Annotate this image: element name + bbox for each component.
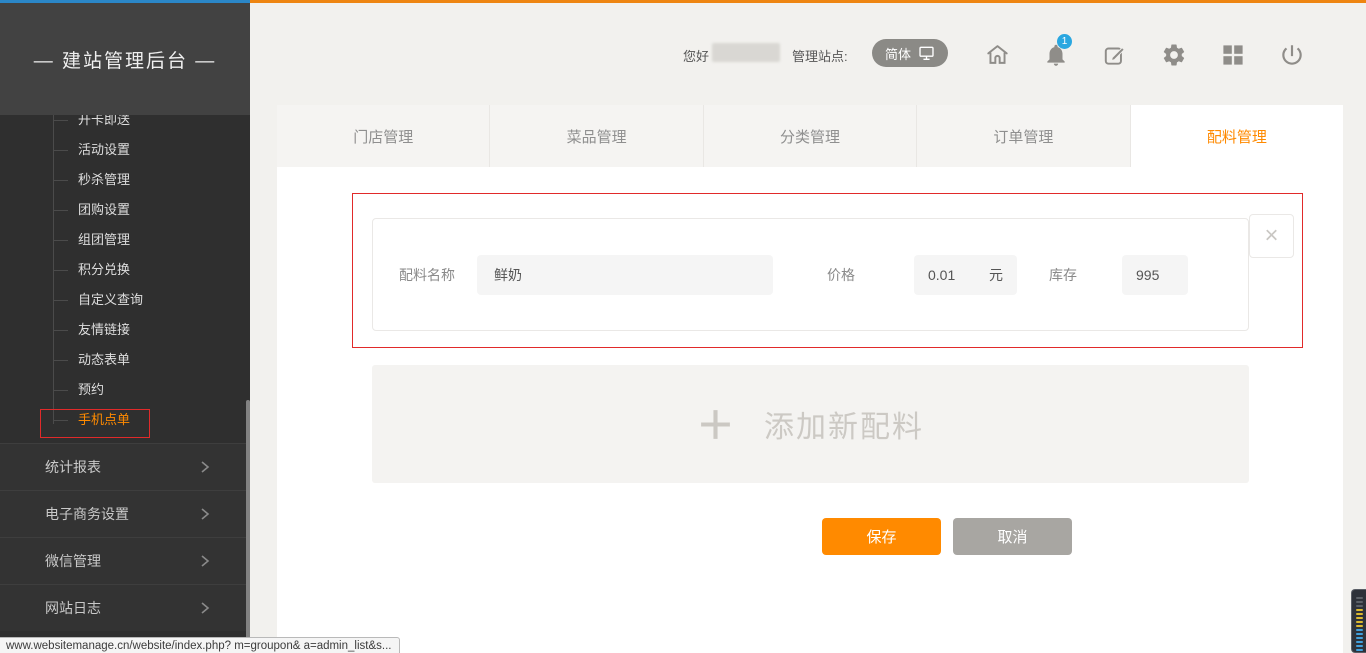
sidebar-item-custom-query[interactable]: 自定义查询 bbox=[0, 285, 250, 315]
sidebar-item-card-gift[interactable]: 开卡即送 bbox=[0, 115, 250, 135]
indicator-stripe bbox=[1356, 633, 1363, 635]
section-label: 电子商务设置 bbox=[45, 504, 129, 524]
tab-ingredient-management[interactable]: 配料管理 bbox=[1131, 105, 1343, 167]
tab-store-management[interactable]: 门店管理 bbox=[277, 105, 490, 167]
sidebar-item-activity[interactable]: 活动设置 bbox=[0, 135, 250, 165]
add-ingredient-label: 添加新配料 bbox=[764, 402, 924, 446]
indicator-stripe bbox=[1356, 613, 1363, 615]
sidebar-item-reservation[interactable]: 预约 bbox=[0, 375, 250, 405]
indicator-stripe bbox=[1356, 601, 1363, 603]
top-header: 您好 管理站点: 简体 1 bbox=[250, 3, 1366, 105]
section-label: 微信管理 bbox=[45, 551, 101, 571]
indicator-stripe bbox=[1356, 609, 1363, 611]
lang-label: 简体 bbox=[885, 44, 911, 63]
price-unit: 元 bbox=[989, 265, 1003, 285]
chevron-right-icon bbox=[198, 554, 212, 568]
indicator-stripe bbox=[1356, 629, 1363, 631]
sidebar-section-sitelog[interactable]: 网站日志 bbox=[0, 584, 250, 631]
compose-icon[interactable] bbox=[1100, 40, 1130, 70]
cancel-button[interactable]: 取消 bbox=[953, 518, 1072, 555]
sidebar-item-seckill[interactable]: 秒杀管理 bbox=[0, 165, 250, 195]
stock-value: 995 bbox=[1136, 267, 1159, 283]
site-switch-button[interactable]: 简体 bbox=[872, 39, 948, 67]
ingredient-card: 配料名称 鲜奶 价格 0.01 元 库存 995 bbox=[372, 218, 1249, 331]
status-bar-url: www.websitemanage.cn/website/index.php? … bbox=[0, 637, 400, 653]
add-ingredient-button[interactable]: 添加新配料 bbox=[372, 365, 1249, 483]
indicator-stripe bbox=[1356, 597, 1363, 599]
tab-order-management[interactable]: 订单管理 bbox=[917, 105, 1130, 167]
section-label: 网站日志 bbox=[45, 598, 101, 618]
scroll-indicator-widget[interactable] bbox=[1351, 589, 1366, 653]
home-icon[interactable] bbox=[982, 40, 1012, 70]
price-label: 价格 bbox=[827, 265, 855, 285]
chevron-right-icon bbox=[198, 460, 212, 474]
indicator-stripe bbox=[1356, 637, 1363, 639]
sidebar: — 建站管理后台 — 开卡即送 活动设置 秒杀管理 团购设置 组团管理 积分兑换… bbox=[0, 3, 250, 653]
indicator-stripe bbox=[1356, 617, 1363, 619]
sidebar-sections: 统计报表 电子商务设置 微信管理 网站日志 bbox=[0, 443, 250, 631]
sidebar-section-ecommerce[interactable]: 电子商务设置 bbox=[0, 490, 250, 537]
greeting-text: 您好 bbox=[683, 46, 709, 65]
sidebar-item-mobile-order[interactable]: 手机点单 bbox=[0, 405, 250, 435]
sidebar-item-groupteam[interactable]: 组团管理 bbox=[0, 225, 250, 255]
indicator-stripe bbox=[1356, 649, 1363, 651]
manage-site-label: 管理站点: bbox=[792, 46, 848, 65]
tab-dish-management[interactable]: 菜品管理 bbox=[490, 105, 703, 167]
sidebar-item-groupbuy[interactable]: 团购设置 bbox=[0, 195, 250, 225]
ingredient-name-value: 鲜奶 bbox=[494, 265, 522, 285]
stock-label: 库存 bbox=[1049, 265, 1077, 285]
indicator-stripe bbox=[1356, 641, 1363, 643]
tab-bar: 门店管理 菜品管理 分类管理 订单管理 配料管理 bbox=[277, 105, 1343, 167]
price-value: 0.01 bbox=[928, 267, 955, 283]
gear-icon[interactable] bbox=[1159, 40, 1189, 70]
power-icon[interactable] bbox=[1277, 40, 1307, 70]
price-input[interactable]: 0.01 元 bbox=[914, 255, 1017, 295]
content-panel: 门店管理 菜品管理 分类管理 订单管理 配料管理 配料名称 鲜奶 价格 0.01… bbox=[277, 105, 1343, 653]
sidebar-scrollbar[interactable] bbox=[246, 400, 250, 650]
ingredient-name-label: 配料名称 bbox=[399, 265, 455, 285]
plus-icon bbox=[697, 406, 734, 443]
sidebar-header: — 建站管理后台 — bbox=[0, 3, 250, 115]
save-button[interactable]: 保存 bbox=[822, 518, 941, 555]
indicator-stripe bbox=[1356, 605, 1363, 607]
app-title: — 建站管理后台 — bbox=[34, 46, 217, 73]
monitor-icon bbox=[918, 46, 935, 61]
grid-icon[interactable] bbox=[1218, 40, 1248, 70]
username-redacted bbox=[712, 43, 780, 62]
indicator-stripe bbox=[1356, 621, 1363, 623]
sidebar-item-dynamic-form[interactable]: 动态表单 bbox=[0, 345, 250, 375]
section-label: 统计报表 bbox=[45, 457, 101, 477]
ingredient-name-input[interactable]: 鲜奶 bbox=[477, 255, 773, 295]
tab-category-management[interactable]: 分类管理 bbox=[704, 105, 917, 167]
close-icon[interactable]: × bbox=[1249, 214, 1294, 258]
stock-input[interactable]: 995 bbox=[1122, 255, 1188, 295]
indicator-stripe bbox=[1356, 645, 1363, 647]
sidebar-item-links[interactable]: 友情链接 bbox=[0, 315, 250, 345]
sidebar-submenu: 开卡即送 活动设置 秒杀管理 团购设置 组团管理 积分兑换 自定义查询 友情链接… bbox=[0, 115, 250, 440]
chevron-right-icon bbox=[198, 507, 212, 521]
indicator-stripe bbox=[1356, 625, 1363, 627]
sidebar-section-stats[interactable]: 统计报表 bbox=[0, 443, 250, 490]
sidebar-item-points[interactable]: 积分兑换 bbox=[0, 255, 250, 285]
notification-badge: 1 bbox=[1057, 34, 1072, 49]
sidebar-section-wechat[interactable]: 微信管理 bbox=[0, 537, 250, 584]
chevron-right-icon bbox=[198, 601, 212, 615]
